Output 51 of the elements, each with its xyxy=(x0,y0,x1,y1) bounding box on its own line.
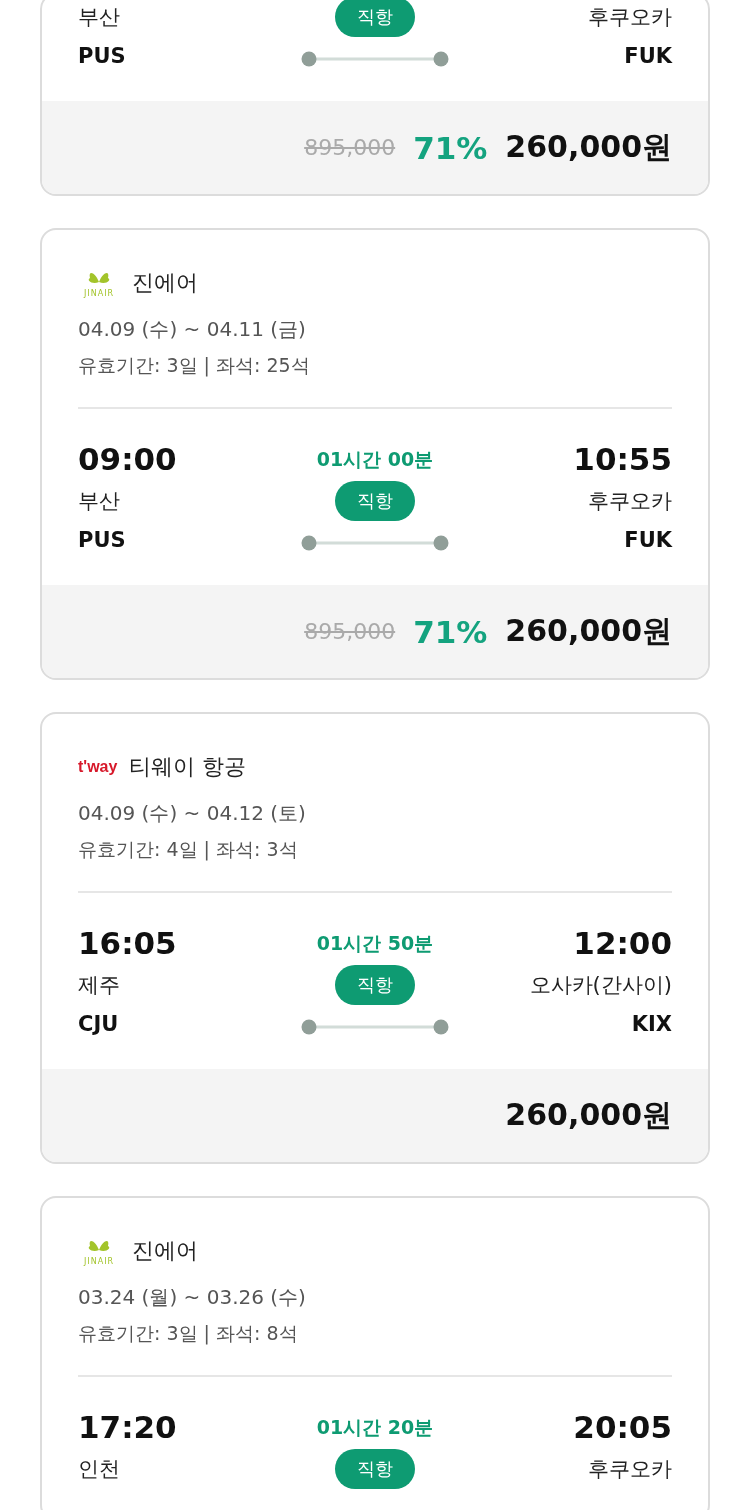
flight-card[interactable]: 부산 PUS 직항 후쿠오카 FUK 895,000 71% 260,000원 xyxy=(40,0,710,196)
validity-seats: 유효기간: 3일 | 좌석: 8석 xyxy=(78,1321,672,1347)
flight-duration: 01시간 20분 xyxy=(316,1415,434,1440)
original-price: 895,000 xyxy=(304,135,396,160)
departure-time: 09:00 xyxy=(78,440,177,479)
arrival-city: 후쿠오카 xyxy=(588,4,672,31)
travel-dates: 03.24 (월) ~ 03.26 (수) xyxy=(78,1284,307,1311)
airline-name: 티웨이 항공 xyxy=(129,753,247,781)
route-line-icon xyxy=(301,50,449,68)
flight-card[interactable]: JINAIR 진에어 04.09 (수) ~ 04.11 (금) 유효기간: 3일 | 좌석: 25석 09:00 부산 PUS 01시간 00분 직항 10:55 후쿠오카 FUK 895,000 71% 260,000원 xyxy=(40,228,710,680)
discount-rate: 71% xyxy=(413,613,488,650)
validity-seats: 유효기간: 4일 | 좌석: 3석 xyxy=(78,837,672,863)
departure-city: 부산 xyxy=(78,4,120,31)
route-line-icon xyxy=(301,534,449,552)
arrival-time: 20:05 xyxy=(573,1408,672,1447)
arrival-code: KIX xyxy=(631,1011,672,1038)
departure-time: 16:05 xyxy=(78,924,177,963)
departure-city: 부산 xyxy=(78,488,120,515)
flight-card[interactable]: t'way 티웨이 항공 04.09 (수) ~ 04.12 (토) 유효기간: 4일 | 좌석: 3석 16:05 제주 CJU 01시간 50분 직항 12:00 오사카(간사이) KIX 260,000원 xyxy=(40,712,710,1164)
departure-time: 17:20 xyxy=(78,1408,177,1447)
arrival-city: 후쿠오카 xyxy=(588,488,672,515)
departure-city: 제주 xyxy=(78,972,120,999)
airline-logo: t'way xyxy=(78,758,118,776)
airline-name: 진에어 xyxy=(132,269,198,297)
departure-code: PUS xyxy=(78,527,126,554)
arrival-city: 후쿠오카 xyxy=(588,1456,672,1483)
travel-dates: 04.09 (수) ~ 04.11 (금) xyxy=(78,316,307,343)
flight-card[interactable]: JINAIR 진에어 03.24 (월) ~ 03.26 (수) 유효기간: 3일 | 좌석: 8석 17:20 인천 01시간 20분 직항 20:05 후쿠오카 xyxy=(40,1196,710,1510)
departure-code: CJU xyxy=(78,1011,119,1038)
direct-flight-badge: 직항 xyxy=(335,481,415,521)
flight-duration: 01시간 50분 xyxy=(316,931,434,956)
direct-flight-badge: 직항 xyxy=(335,1449,415,1489)
validity-seats: 유효기간: 3일 | 좌석: 25석 xyxy=(78,353,672,379)
arrival-time: 12:00 xyxy=(573,924,672,963)
airline-name: 진에어 xyxy=(132,1237,198,1265)
discount-rate: 71% xyxy=(413,129,488,166)
route-line-icon xyxy=(301,1018,449,1036)
direct-flight-badge: 직항 xyxy=(335,0,415,37)
arrival-time: 10:55 xyxy=(573,440,672,479)
arrival-code: FUK xyxy=(624,527,672,554)
arrival-city: 오사카(간사이) xyxy=(529,972,672,999)
final-price: 260,000원 xyxy=(505,612,672,650)
original-price: 895,000 xyxy=(304,619,396,644)
final-price: 260,000원 xyxy=(505,1096,672,1134)
arrival-code: FUK xyxy=(624,43,672,70)
flight-duration: 01시간 00분 xyxy=(316,447,434,472)
direct-flight-badge: 직항 xyxy=(335,965,415,1005)
final-price: 260,000원 xyxy=(505,128,672,166)
travel-dates: 04.09 (수) ~ 04.12 (토) xyxy=(78,800,307,827)
departure-city: 인천 xyxy=(78,1456,120,1483)
departure-code: PUS xyxy=(78,43,126,70)
